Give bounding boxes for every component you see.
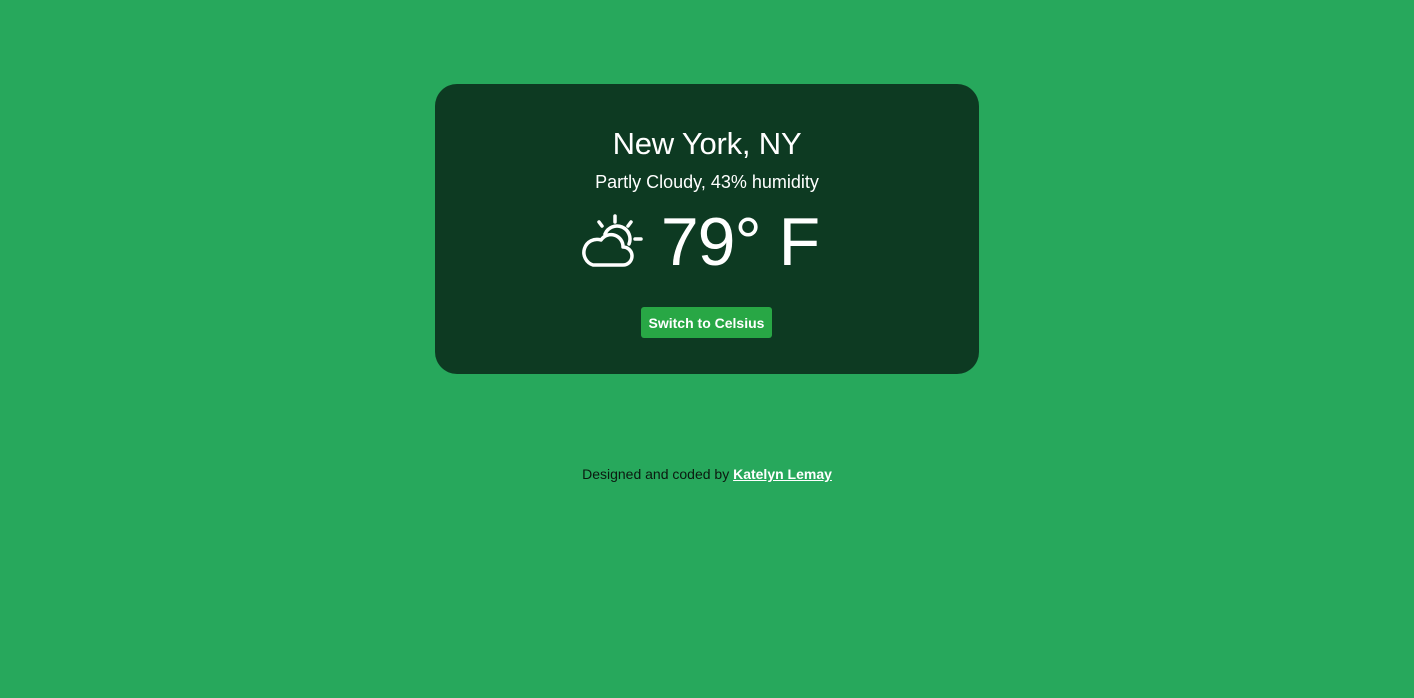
- partly-cloudy-icon: [581, 212, 645, 272]
- weather-card: New York, NY Partly Cloudy, 43% humidity…: [435, 84, 979, 374]
- temperature-value: 79° F: [660, 204, 820, 280]
- switch-to-celsius-button[interactable]: Switch to Celsius: [641, 307, 772, 338]
- city-name: New York, NY: [612, 126, 802, 161]
- weather-description: Partly Cloudy, 43% humidity: [595, 172, 819, 192]
- temperature-row: 79° F: [435, 202, 979, 282]
- footer: Designed and coded by Katelyn Lemay: [0, 465, 1414, 483]
- footer-text: Designed and coded by: [582, 466, 734, 482]
- author-link[interactable]: Katelyn Lemay: [733, 466, 832, 482]
